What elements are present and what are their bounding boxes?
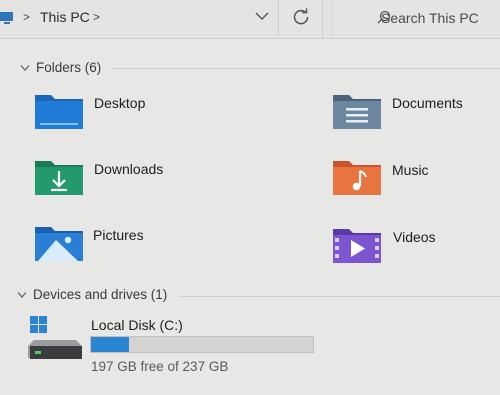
breadcrumb-separator: > [23, 10, 31, 24]
chevron-down-icon[interactable] [20, 64, 30, 72]
folder-label: Music [392, 162, 429, 178]
this-pc-icon [0, 12, 13, 24]
videos-folder-icon [333, 229, 381, 263]
drive-usage-bar [90, 336, 314, 353]
divider [112, 68, 500, 69]
drive-free-space: 197 GB free of 237 GB [91, 359, 229, 374]
search-input[interactable]: Search This PC [332, 0, 500, 36]
address-field[interactable]: > This PC > [0, 0, 322, 36]
address-bar: > This PC > Search This PC [0, 0, 500, 39]
folder-label: Videos [393, 229, 436, 245]
drive-usage-fill [91, 337, 129, 352]
search-placeholder: Search This PC [381, 10, 479, 26]
folder-pictures[interactable]: Pictures [34, 222, 204, 268]
folder-label: Downloads [94, 161, 164, 177]
folder-music[interactable]: Music [332, 156, 500, 202]
divider [278, 0, 279, 36]
drives-section-header[interactable]: Devices and drives (1) [0, 285, 500, 305]
windows-drive-icon [28, 316, 82, 359]
folder-label: Pictures [93, 227, 144, 243]
folder-desktop[interactable]: Desktop [34, 90, 204, 136]
refresh-icon[interactable] [292, 8, 310, 26]
folder-videos[interactable]: Videos [332, 224, 500, 270]
folder-documents[interactable]: Documents [332, 90, 500, 136]
desktop-folder-icon [35, 95, 83, 129]
documents-folder-icon [333, 95, 381, 129]
breadcrumb-expand-chevron[interactable]: > [93, 10, 100, 24]
downloads-folder-icon [35, 161, 83, 195]
folder-downloads[interactable]: Downloads [34, 156, 204, 202]
drive-local-disk[interactable]: Local Disk (C:) 197 GB free of 237 GB [28, 316, 328, 376]
drive-name: Local Disk (C:) [91, 317, 183, 333]
chevron-down-icon[interactable] [17, 291, 27, 299]
folder-label: Documents [392, 95, 463, 111]
folders-section-header[interactable]: Folders (6) [0, 58, 500, 78]
drives-section-title: Devices and drives (1) [33, 287, 168, 302]
divider [178, 296, 500, 297]
chevron-down-icon[interactable] [255, 11, 269, 21]
pictures-folder-icon [35, 227, 83, 261]
folders-section-title: Folders (6) [36, 60, 102, 75]
music-folder-icon [333, 161, 381, 195]
breadcrumb-this-pc[interactable]: This PC [40, 9, 90, 25]
divider [322, 0, 323, 38]
folder-label: Desktop [94, 95, 146, 111]
